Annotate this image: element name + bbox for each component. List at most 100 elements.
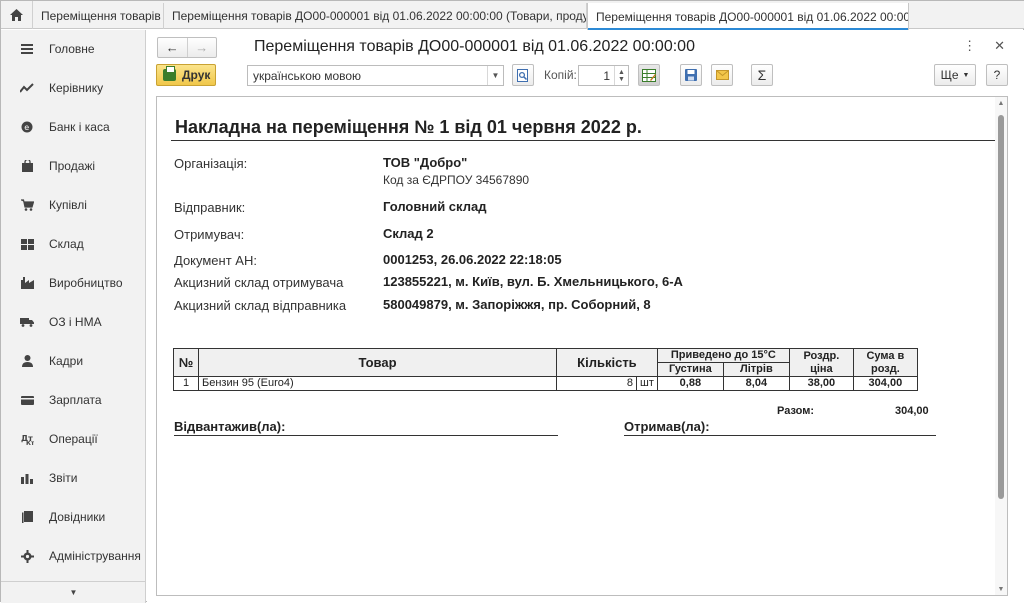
sidebar-item-label: Звіти (49, 471, 78, 485)
sidebar-item-label: Керівнику (49, 81, 104, 95)
preview-icon (517, 68, 528, 82)
document-view[interactable]: Накладна на переміщення № 1 від 01 червн… (156, 96, 1008, 596)
scrollbar-thumb[interactable] (998, 115, 1004, 499)
total-label: Разом: (777, 405, 815, 417)
field-value-receiver: Склад 2 (383, 226, 434, 241)
sidebar-item-label: Довідники (49, 510, 106, 524)
preview-button[interactable] (512, 64, 534, 86)
home-icon[interactable] (1, 1, 33, 29)
header-reduced-15c: Приведено до 15°С (656, 348, 790, 363)
cell-unit: шт (636, 376, 658, 391)
save-button[interactable] (680, 64, 702, 86)
more-button[interactable]: Ще ▼ (934, 64, 976, 86)
sidebar-scroll-down[interactable]: ▼ (1, 581, 146, 603)
svg-text:Кт: Кт (26, 440, 34, 445)
scroll-down-icon[interactable]: ▼ (995, 583, 1007, 595)
cell-price: 38,00 (788, 376, 854, 391)
language-select[interactable]: українською мовою ▼ (247, 65, 504, 86)
sidebar-item-label: Склад (49, 237, 84, 251)
sidebar-item-administration[interactable]: Адміністрування (1, 537, 146, 575)
sidebar-item-label: Продажі (49, 159, 96, 173)
total-value: 304,00 (895, 405, 929, 417)
sidebar-item-label: Адміністрування (49, 549, 141, 563)
header-liters: Літрів (722, 362, 790, 377)
main-panel: ← → Переміщення товарів ДО00-000001 від … (147, 30, 1024, 603)
field-label-sender-excise: Акцизний склад відправника (174, 298, 347, 313)
cell-liters: 8,04 (722, 376, 790, 391)
header-quantity: Кількість (556, 348, 658, 377)
warehouse-icon (20, 237, 34, 251)
header-num: № (173, 348, 199, 377)
sidebar-item-sales[interactable]: Продажі (1, 147, 146, 185)
page-title: Переміщення товарів ДО00-000001 від 01.0… (254, 38, 695, 55)
tab-label: Переміщення товарів (41, 9, 161, 23)
send-email-button[interactable] (711, 64, 733, 86)
field-value-receiver-excise: 123855221, м. Київ, вул. Б. Хмельницьког… (383, 274, 683, 289)
book-icon (20, 510, 34, 524)
sidebar-item-directories[interactable]: Довідники (1, 498, 146, 536)
copies-stepper[interactable]: 1 ▲ ▼ (578, 65, 629, 86)
sidebar-item-salary[interactable]: Зарплата (1, 381, 146, 419)
sidebar-item-main[interactable]: Головне (1, 30, 146, 68)
scroll-up-icon[interactable]: ▲ (995, 97, 1007, 109)
field-label-organization: Організація: (174, 156, 248, 171)
menu-icon (20, 42, 34, 56)
goods-table: № Товар Кількість Приведено до 15°С Розд… (173, 348, 918, 391)
sidebar: Головне Керівнику e Банк і каса Продажі … (1, 30, 146, 603)
sidebar-item-bank[interactable]: e Банк і каса (1, 108, 146, 146)
sidebar-item-operations[interactable]: Дт Кт Операції (1, 420, 146, 458)
envelope-icon (715, 70, 729, 80)
cart-icon (20, 198, 34, 212)
person-icon (20, 354, 34, 368)
sidebar-item-label: Виробництво (49, 276, 123, 290)
spinner-icon[interactable]: ▲ ▼ (614, 66, 628, 85)
sidebar-item-label: Кадри (49, 354, 84, 368)
more-options-icon[interactable]: ⋮ (963, 38, 976, 54)
sidebar-item-reports[interactable]: Звіти (1, 459, 146, 497)
tab-bar: Переміщення товарів ✕ Переміщення товарі… (1, 1, 1024, 30)
heading-underline (171, 140, 997, 141)
sum-icon: Σ (757, 67, 767, 83)
sidebar-item-fixed-assets[interactable]: ОЗ і НМА (1, 303, 146, 341)
sidebar-item-production[interactable]: Виробництво (1, 264, 146, 302)
header-retail-price: Роздр. ціна (788, 348, 854, 377)
navigation-buttons: ← → (157, 37, 217, 58)
edit-mode-button[interactable] (638, 64, 660, 86)
shipped-by-label: Відвантажив(ла): (174, 419, 558, 436)
app-window: Переміщення товарів ✕ Переміщення товарі… (0, 0, 1024, 603)
cell-sum: 304,00 (852, 376, 918, 391)
sidebar-item-manager[interactable]: Керівнику (1, 69, 146, 107)
header-retail-sum: Сума в розд. (852, 348, 918, 377)
copies-value: 1 (603, 69, 610, 83)
field-label-receiver-excise: Акцизний склад отримувача (174, 275, 344, 290)
vertical-scrollbar[interactable]: ▲ ▼ (995, 97, 1007, 595)
sidebar-item-hr[interactable]: Кадри (1, 342, 146, 380)
close-icon[interactable]: ✕ (994, 38, 1005, 54)
field-label-an-document: Документ АН: (174, 253, 257, 268)
edit-table-icon (642, 68, 656, 82)
tab-transfers-list[interactable]: Переміщення товарів ✕ (33, 3, 164, 29)
coin-icon: e (20, 120, 34, 134)
field-label-sender: Відправник: (174, 200, 246, 215)
bar-chart-icon (20, 471, 34, 485)
sidebar-item-purchases[interactable]: Купівлі (1, 186, 146, 224)
chevron-down-icon[interactable]: ▼ (487, 66, 503, 85)
sidebar-item-label: Купівлі (49, 198, 87, 212)
cell-product: Бензин 95 (Euro4) (198, 376, 557, 391)
tab-transfer-goods[interactable]: Переміщення товарів ДО00-000001 від 01.0… (164, 3, 587, 29)
more-button-label: Ще (940, 68, 959, 82)
chevron-down-icon[interactable]: ▼ (70, 588, 78, 597)
cell-qty: 8 (556, 376, 637, 391)
sidebar-item-warehouse[interactable]: Склад (1, 225, 146, 263)
print-button[interactable]: Друк (156, 64, 216, 86)
forward-button[interactable]: → (186, 38, 217, 57)
help-button[interactable]: ? (986, 64, 1008, 86)
wallet-icon (20, 393, 34, 407)
document-heading: Накладна на переміщення № 1 від 01 червн… (175, 117, 642, 137)
sum-button[interactable]: Σ (751, 64, 773, 86)
cell-density: 0,88 (656, 376, 724, 391)
print-button-label: Друк (182, 68, 211, 82)
back-button[interactable]: ← (158, 38, 187, 57)
tab-transfer-print[interactable]: Переміщення товарів ДО00-000001 від 01.0… (587, 3, 909, 30)
language-select-value: українською мовою (253, 69, 362, 83)
